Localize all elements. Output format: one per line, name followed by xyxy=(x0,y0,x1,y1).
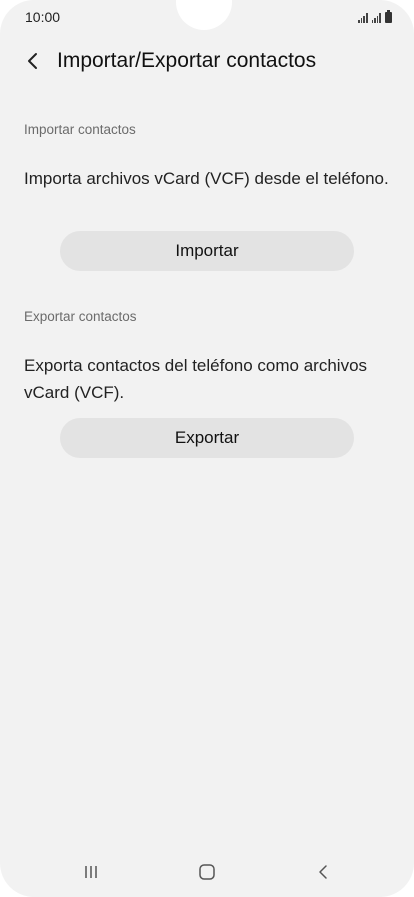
back-button[interactable] xyxy=(18,46,48,76)
recent-apps-icon xyxy=(85,866,97,878)
navigation-bar xyxy=(0,850,414,894)
page-title: Importar/Exportar contactos xyxy=(57,49,317,72)
home-icon xyxy=(199,864,215,880)
app-header: Importar/Exportar contactos xyxy=(0,40,414,84)
back-icon xyxy=(319,865,327,879)
signal-icon xyxy=(371,13,381,23)
battery-icon xyxy=(385,10,392,23)
import-description: Importa archivos vCard (VCF) desde el te… xyxy=(24,169,389,188)
export-button[interactable]: Exportar xyxy=(60,418,354,458)
import-button[interactable]: Importar xyxy=(60,231,354,271)
status-icons xyxy=(358,9,392,23)
chevron-left-icon xyxy=(28,53,37,69)
export-section-heading: Exportar contactos xyxy=(24,309,137,324)
nav-back-button[interactable] xyxy=(303,860,343,884)
recent-apps-button[interactable] xyxy=(71,860,111,884)
status-time: 10:00 xyxy=(25,9,61,25)
import-section-heading: Importar contactos xyxy=(24,122,136,137)
export-description: Exporta contactos del teléfono como arch… xyxy=(24,356,368,402)
camera-notch xyxy=(176,0,232,30)
home-button[interactable] xyxy=(187,860,227,884)
phone-screen: 10:00 Importar/Exportar contactos Import… xyxy=(0,0,414,897)
signal-icon xyxy=(358,13,368,23)
